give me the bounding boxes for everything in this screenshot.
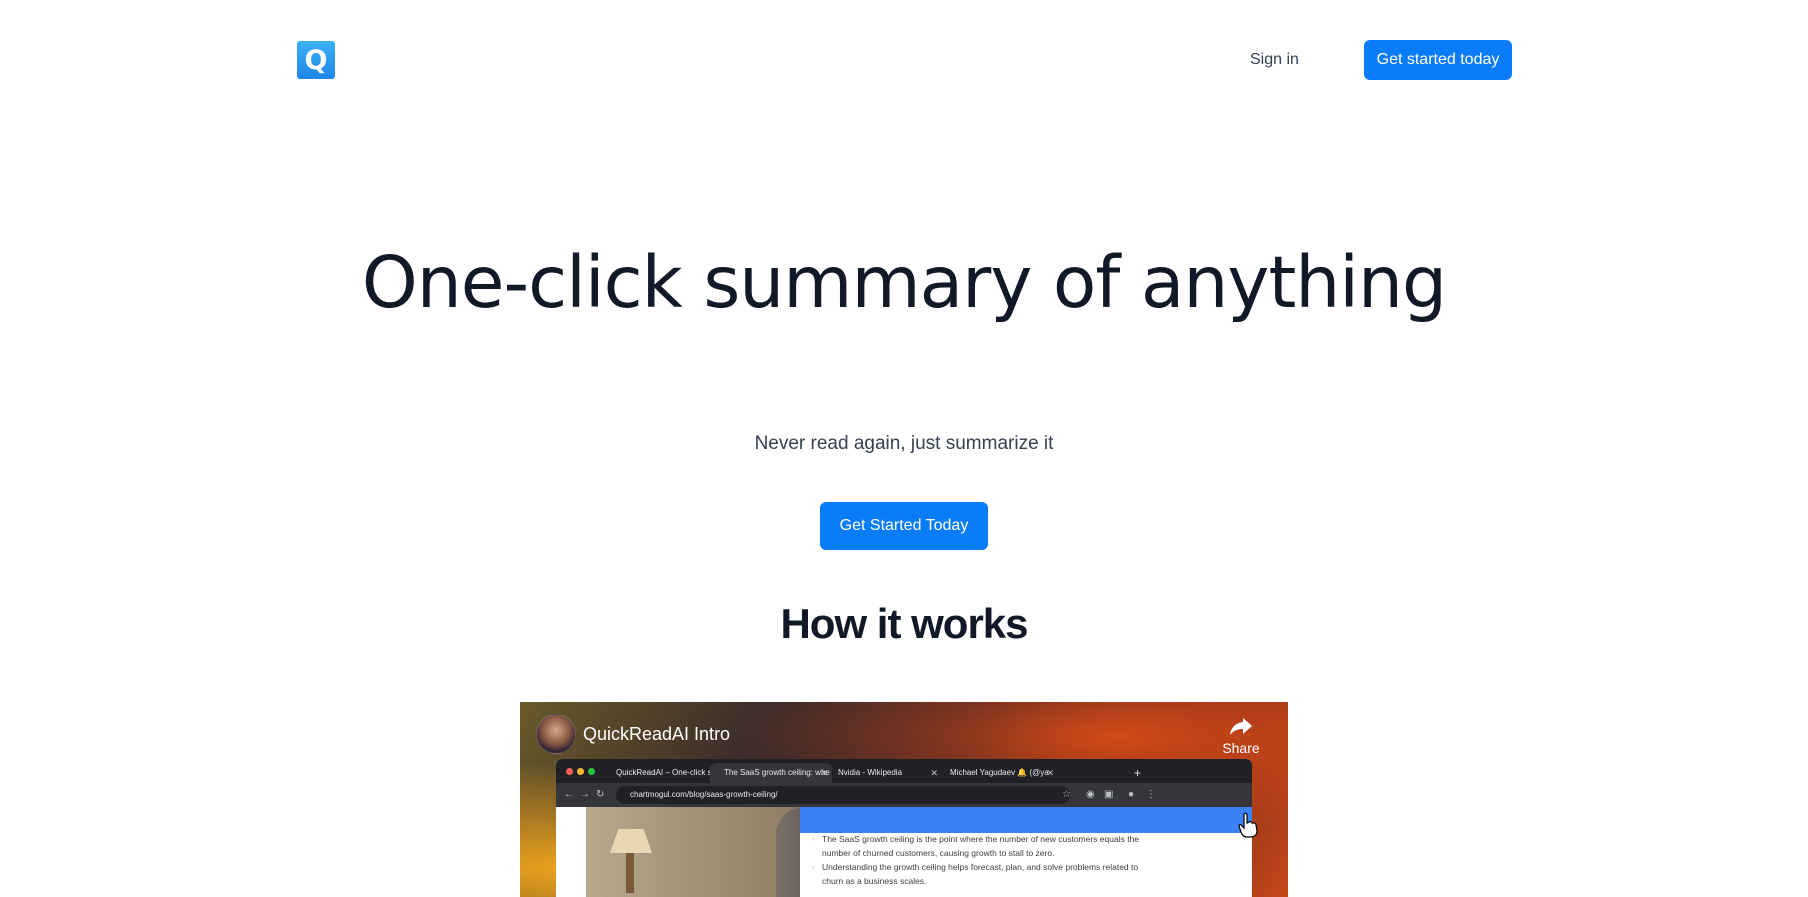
lamp-stand bbox=[626, 853, 634, 893]
browser-tab-label: Nvidia - Wikipedia bbox=[838, 768, 903, 777]
lamp-shade bbox=[610, 829, 652, 853]
logo[interactable]: Q bbox=[297, 41, 335, 79]
header-get-started-button[interactable]: Get started today bbox=[1364, 40, 1512, 80]
logo-letter: Q bbox=[304, 44, 328, 76]
close-icon: ✕ bbox=[1046, 768, 1054, 778]
summary-panel: The SaaS growth ceiling is the point whe… bbox=[800, 807, 1252, 897]
address-bar: chartmogul.com/blog/saas-growth-ceiling/ bbox=[616, 786, 1070, 804]
profile-icon: ● bbox=[1128, 789, 1135, 800]
browser-screenshot: QuickReadAI – One-click sum✕ The SaaS gr… bbox=[556, 759, 1252, 897]
browser-tab: QuickReadAI – One-click sum✕ bbox=[602, 763, 720, 783]
browser-tab-label: QuickReadAI – One-click sum bbox=[616, 768, 720, 777]
browser-tabstrip: QuickReadAI – One-click sum✕ The SaaS gr… bbox=[556, 759, 1252, 783]
video-title[interactable]: QuickReadAI Intro bbox=[583, 724, 730, 745]
hero-subtitle: Never read again, just summarize it bbox=[754, 433, 1054, 454]
article-photo bbox=[586, 807, 830, 897]
share-label: Share bbox=[1222, 740, 1260, 756]
maximize-dot bbox=[588, 768, 595, 775]
browser-page: The SaaS growth ceiling is the point whe… bbox=[556, 807, 1252, 897]
back-icon: ← bbox=[564, 789, 574, 800]
browser-tab-label: Michael Yagudaev 🔔 (@ya bbox=[950, 768, 1049, 777]
video-player[interactable]: QuickReadAI Intro Share QuickReadAI – On… bbox=[520, 702, 1288, 897]
new-tab-icon: + bbox=[1134, 766, 1142, 780]
share-button[interactable]: Share bbox=[1214, 716, 1268, 756]
browser-toolbar: ← → ↻ chartmogul.com/blog/saas-growth-ce… bbox=[556, 783, 1252, 807]
reload-icon: ↻ bbox=[596, 789, 605, 800]
extension-icon: ◉ bbox=[1086, 789, 1095, 800]
sign-in-link[interactable]: Sign in bbox=[1250, 46, 1299, 74]
summary-bullet: The SaaS growth ceiling is the point whe… bbox=[812, 832, 1152, 860]
summary-bullet: Understanding the growth ceiling helps f… bbox=[812, 860, 1152, 888]
hero-title: One-click summary of anything bbox=[361, 241, 1447, 324]
browser-tab: Michael Yagudaev 🔔 (@ya ✕ bbox=[936, 763, 1058, 783]
summary-panel-header bbox=[800, 807, 1252, 833]
browser-tab-active: The SaaS growth ceiling: whe ✕ bbox=[710, 763, 832, 783]
browser-tab-label: The SaaS growth ceiling: whe bbox=[724, 768, 830, 777]
close-dot bbox=[566, 768, 573, 775]
how-it-works-heading: How it works bbox=[780, 600, 1028, 647]
browser-tab: Nvidia - Wikipedia ✕ bbox=[824, 763, 942, 783]
share-icon bbox=[1230, 718, 1252, 735]
hero-get-started-button[interactable]: Get Started Today bbox=[820, 502, 988, 550]
hand-cursor-icon bbox=[1238, 812, 1258, 838]
menu-dots-icon: ⋮ bbox=[1146, 789, 1156, 800]
puzzle-icon: ▣ bbox=[1104, 789, 1114, 800]
channel-avatar[interactable] bbox=[536, 714, 576, 754]
forward-icon: → bbox=[580, 789, 590, 800]
minimize-dot bbox=[577, 768, 584, 775]
bookmark-star-icon: ☆ bbox=[1062, 789, 1071, 800]
